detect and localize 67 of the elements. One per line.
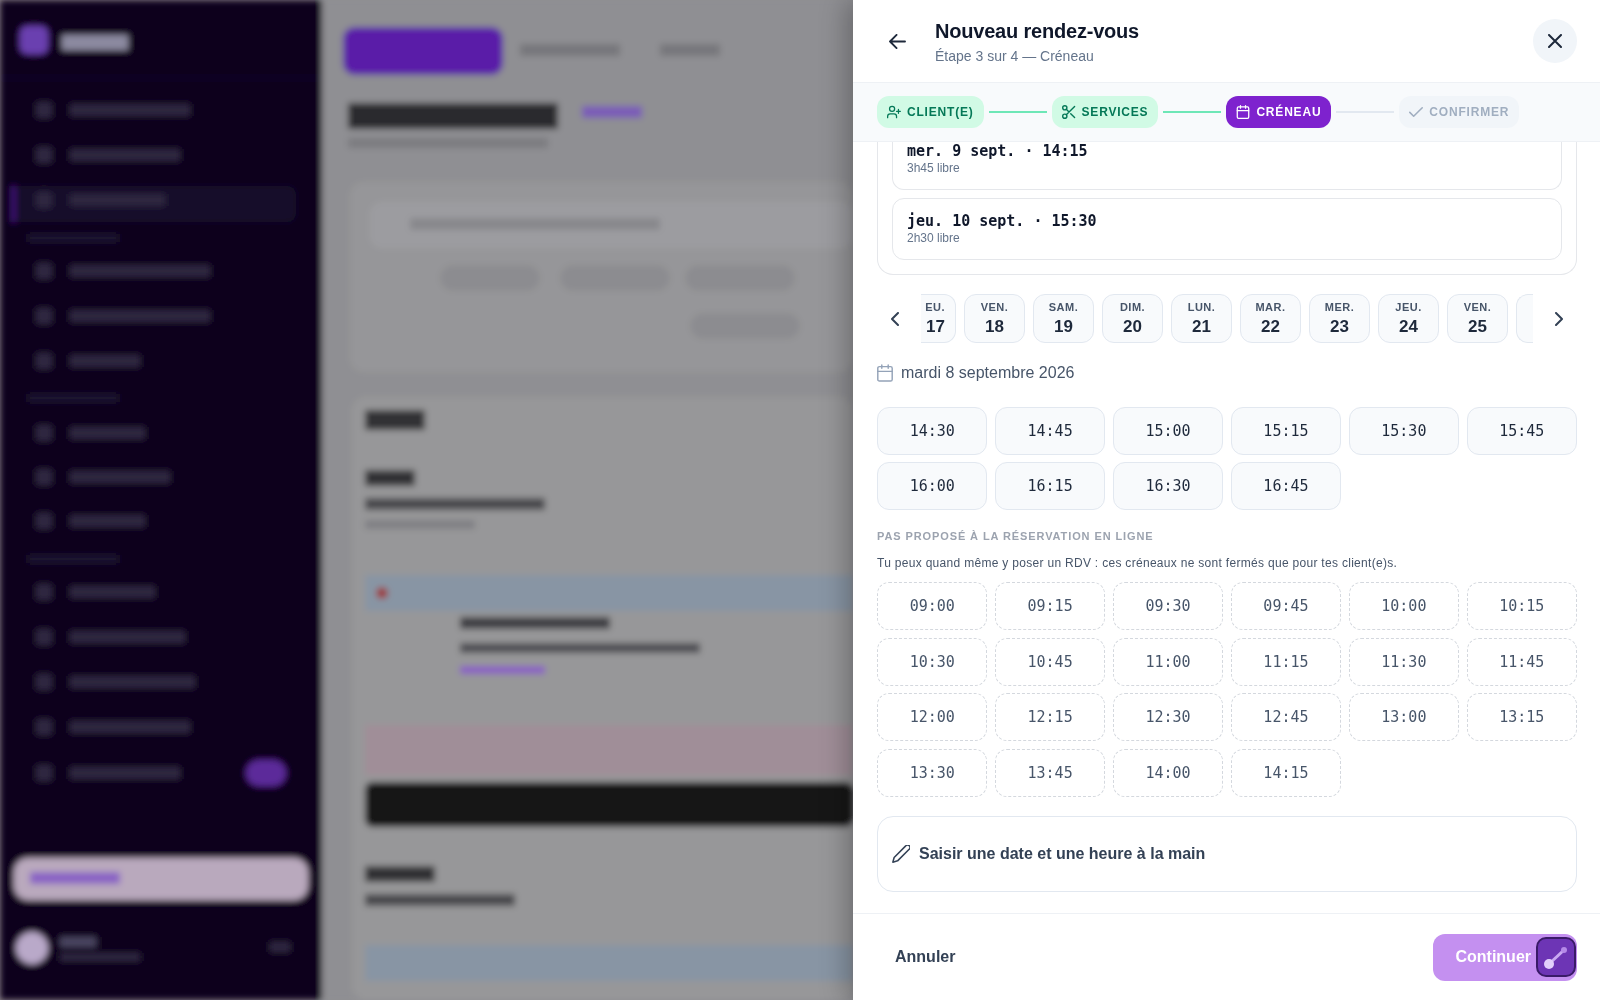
day-chip[interactable]: JEU. 24 <box>1378 294 1439 343</box>
offline-time-slot[interactable]: 10:15 <box>1466 582 1577 630</box>
chevron-left-icon <box>891 311 899 326</box>
day-chip[interactable]: MER. 23 <box>1309 294 1370 343</box>
day-chip[interactable]: EU. 17 <box>921 294 956 343</box>
cancel-button[interactable]: Annuler <box>895 948 956 966</box>
calendar-icon <box>877 364 893 382</box>
step-tab[interactable]: CLIENT(E) <box>877 96 984 128</box>
pencil-icon <box>892 844 910 863</box>
offline-time-slot[interactable]: 12:45 <box>1230 693 1342 741</box>
offline-time-slot[interactable]: 12:30 <box>1112 693 1224 741</box>
step-tab[interactable]: SERVICES <box>1051 96 1159 128</box>
back-arrow-icon <box>888 33 906 49</box>
time-slot[interactable]: 15:30 <box>1348 407 1460 455</box>
offline-time-slot[interactable]: 09:30 <box>1112 582 1224 630</box>
offline-time-slot[interactable]: 12:15 <box>994 693 1106 741</box>
offline-time-slot[interactable]: 11:00 <box>1112 637 1224 686</box>
section-heading: PAS PROPOSÉ À LA RÉSERVATION EN LIGNE <box>877 529 1155 543</box>
day-chip[interactable]: SAM. 19 <box>1033 294 1094 343</box>
time-slot[interactable]: 14:45 <box>994 407 1106 455</box>
slot-suggestion[interactable]: jeu. 10 sept. · 15:30 2h30 libre <box>892 198 1562 260</box>
offline-time-slot[interactable]: 09:15 <box>994 582 1106 630</box>
time-slot[interactable]: 15:15 <box>1230 407 1342 455</box>
chevron-right-icon <box>1555 311 1563 326</box>
time-slot[interactable]: 14:30 <box>877 407 988 455</box>
check-icon <box>1409 105 1424 119</box>
slot-suggestion[interactable]: mer. 9 sept. · 14:15 3h45 libre <box>892 142 1562 190</box>
section-note: Tu peux quand même y poser un RDV : ces créneaux ne sont fermés que pour tes client(e)s. <box>877 555 1399 571</box>
offline-time-slot[interactable]: 13:30 <box>877 748 988 797</box>
scissors-icon <box>1061 105 1076 119</box>
offline-time-slot[interactable]: 11:15 <box>1230 637 1342 686</box>
day-chip[interactable]: VEN. 18 <box>964 294 1025 343</box>
time-slot[interactable]: 16:00 <box>877 462 988 510</box>
offline-time-slot[interactable]: 12:00 <box>877 693 988 741</box>
day-chip[interactable]: LUN. 21 <box>1171 294 1232 343</box>
offline-time-slot[interactable]: 14:00 <box>1112 748 1224 797</box>
panel-title: Nouveau rendez-vous <box>935 18 1140 44</box>
offline-time-slot[interactable]: 09:45 <box>1230 582 1342 630</box>
manual-entry-button[interactable]: Saisir une date et une heure à la main <box>877 815 1577 892</box>
time-slot[interactable]: 16:45 <box>1230 462 1342 510</box>
step-subtitle: Étape 3 sur 4 — Créneau <box>935 46 1094 65</box>
offline-time-slot[interactable]: 13:15 <box>1466 693 1577 741</box>
offline-time-slot[interactable]: 09:00 <box>877 582 988 630</box>
user-plus-icon <box>887 105 901 119</box>
offline-time-slot[interactable]: 10:30 <box>877 637 988 686</box>
step-tab[interactable]: CRÉNEAU <box>1226 96 1332 128</box>
offline-time-slot[interactable]: 11:30 <box>1348 637 1460 686</box>
step-connector <box>1163 111 1222 113</box>
offline-time-slot[interactable]: 10:00 <box>1348 582 1460 630</box>
offline-time-slot[interactable]: 10:45 <box>994 637 1106 686</box>
day-chip[interactable]: MAR. 22 <box>1240 294 1301 343</box>
calendar-icon <box>1236 105 1251 119</box>
close-button[interactable] <box>1533 19 1577 63</box>
step-connector <box>988 111 1047 113</box>
offline-time-slot[interactable]: 13:45 <box>994 748 1106 797</box>
offline-time-slot[interactable]: 11:45 <box>1466 637 1577 686</box>
time-slot[interactable]: 16:30 <box>1112 462 1224 510</box>
time-slot[interactable]: 15:45 <box>1466 407 1577 455</box>
day-chip[interactable]: VEN. 25 <box>1447 294 1508 343</box>
day-chip[interactable]: DIM. 20 <box>1102 294 1163 343</box>
selected-date: mardi 8 septembre 2026 <box>901 363 1075 383</box>
close-icon <box>1548 34 1562 48</box>
offline-time-slot[interactable]: 13:00 <box>1348 693 1460 741</box>
time-slot[interactable]: 15:00 <box>1112 407 1224 455</box>
time-slot[interactable]: 16:15 <box>994 462 1106 510</box>
offline-time-slot[interactable]: 14:15 <box>1230 748 1342 797</box>
widget-icon <box>1536 936 1576 977</box>
